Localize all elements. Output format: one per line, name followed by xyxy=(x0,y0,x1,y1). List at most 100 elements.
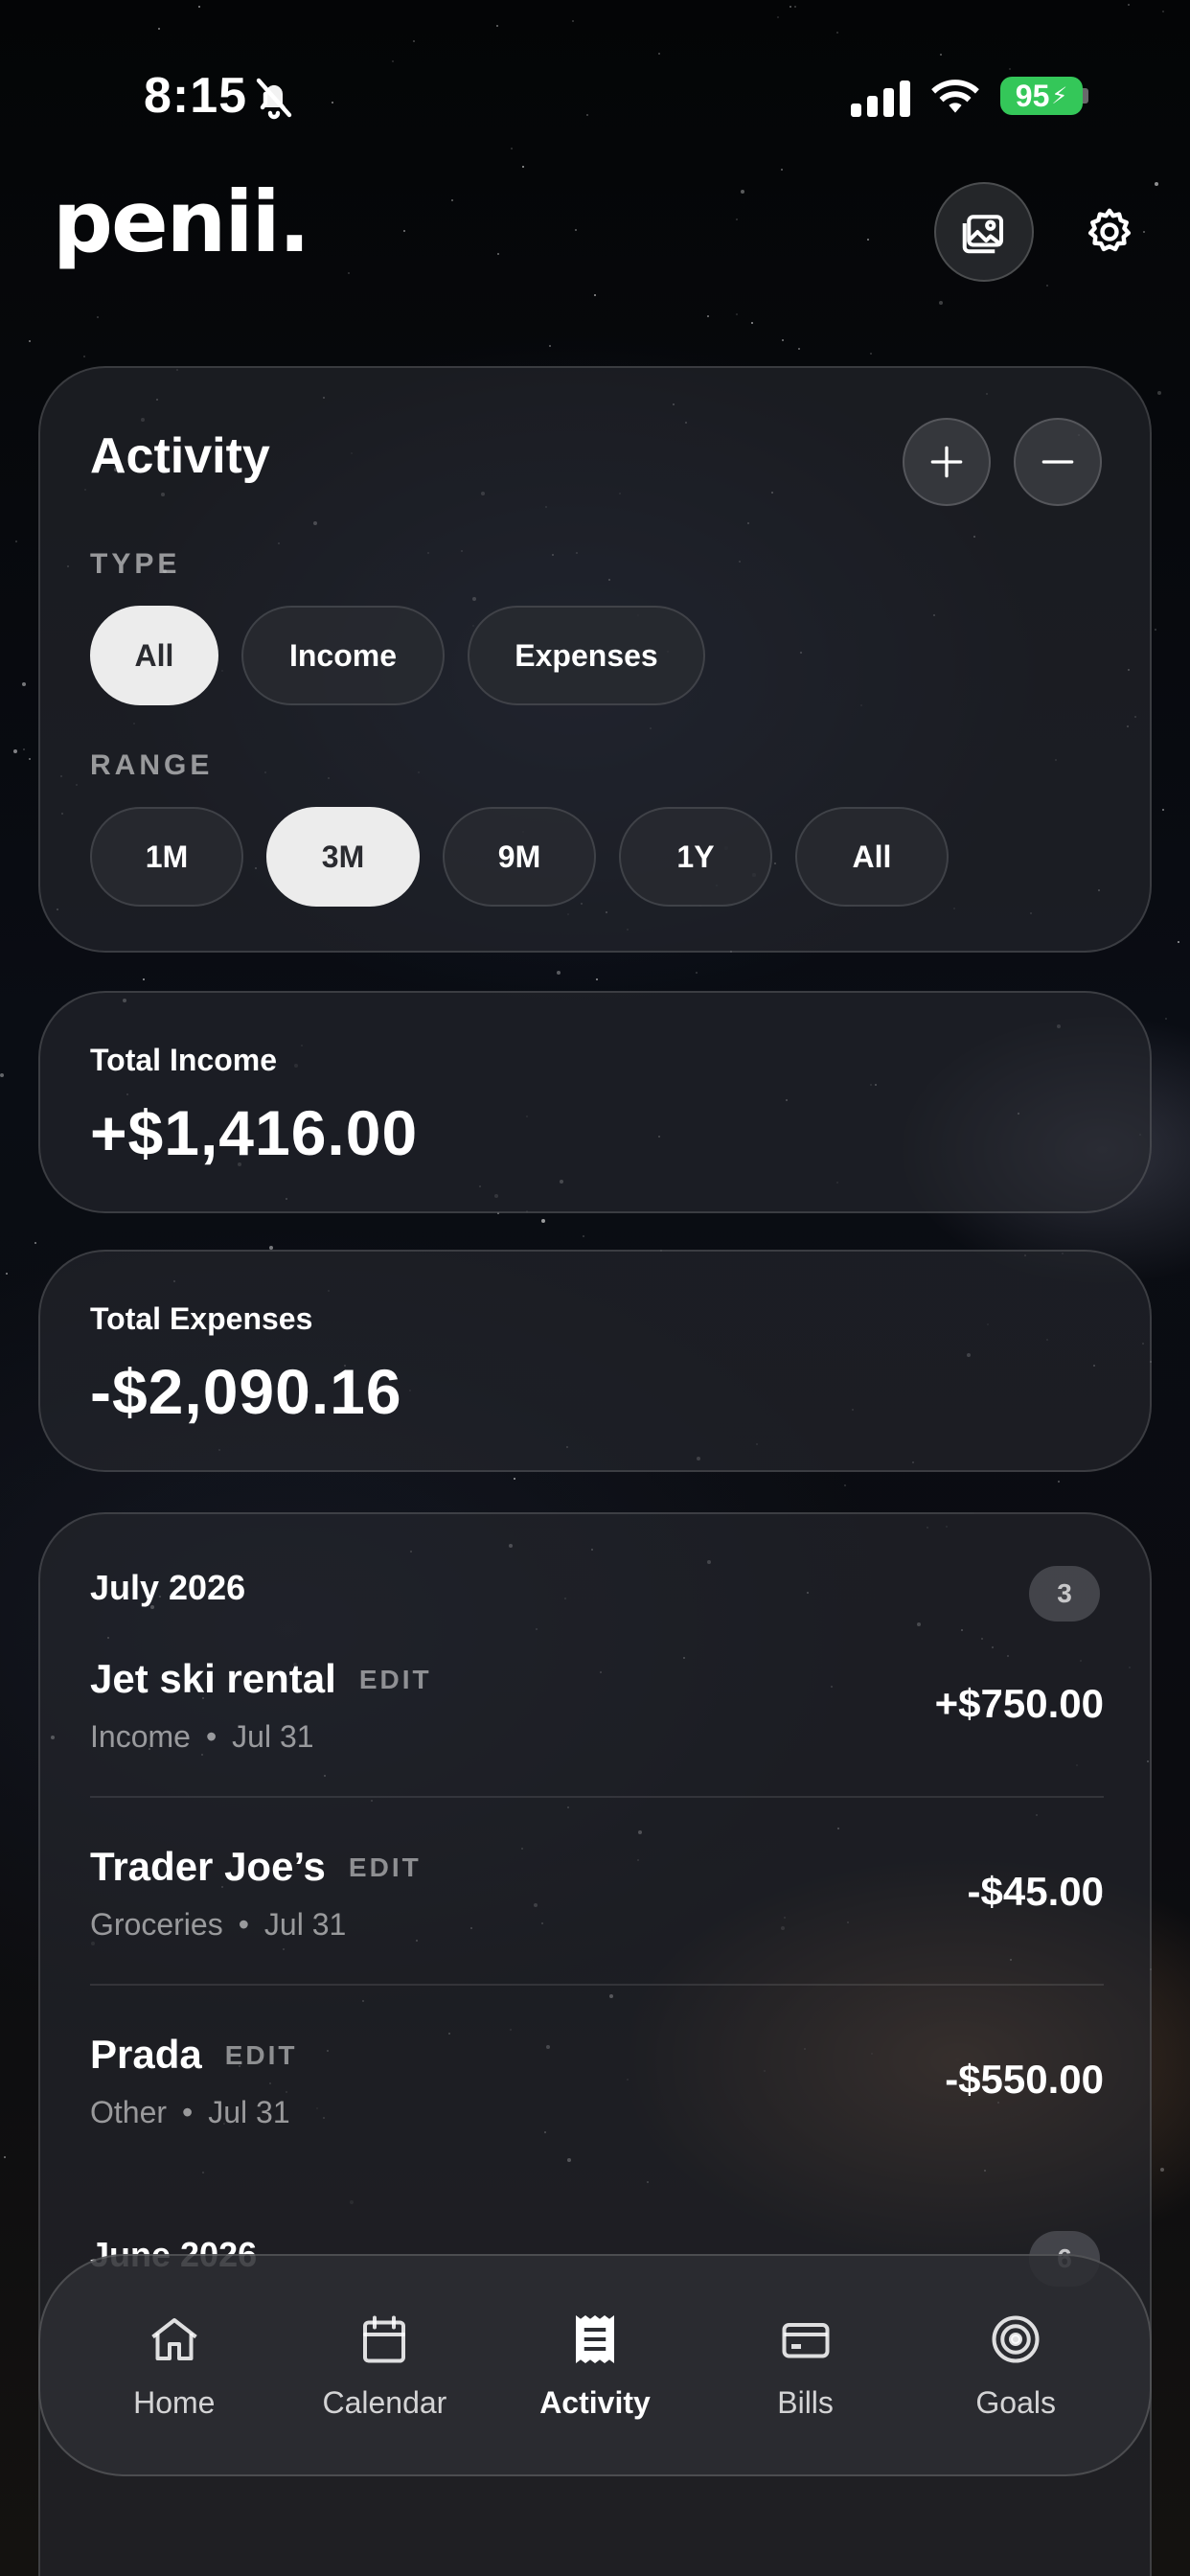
tab-bills[interactable]: Bills xyxy=(710,2311,902,2421)
transaction-date: Jul 31 xyxy=(208,2095,290,2129)
month-header: July 2026 xyxy=(90,1568,246,1607)
transaction-name: Prada xyxy=(90,2032,202,2077)
home-icon xyxy=(146,2311,203,2368)
edit-button[interactable]: EDIT xyxy=(349,1852,422,1882)
background-image-button[interactable] xyxy=(934,182,1034,282)
edit-button[interactable]: EDIT xyxy=(359,1665,432,1694)
total-income-card: Total Income +$1,416.00 xyxy=(38,991,1152,1213)
star xyxy=(1162,809,1164,811)
type-filter: All Income Expenses xyxy=(90,606,705,705)
tab-home[interactable]: Home xyxy=(79,2311,270,2421)
transaction-row[interactable]: Trader Joe’s EDIT Groceries • Jul 31 -$45.0… xyxy=(90,1844,1104,2032)
image-icon xyxy=(962,215,1004,254)
tab-activity[interactable]: Activity xyxy=(499,2311,691,2421)
meta-separator: • xyxy=(238,1907,249,1942)
tab-goals[interactable]: Goals xyxy=(920,2311,1111,2421)
activity-title: Activity xyxy=(90,428,270,484)
tab-bar: Home Calendar Activity Bills Goals xyxy=(38,2254,1152,2476)
star xyxy=(736,218,738,220)
tab-label: Home xyxy=(133,2384,216,2420)
total-expenses-card: Total Expenses -$2,090.16 xyxy=(38,1250,1152,1472)
range-chip-9m[interactable]: 9M xyxy=(443,807,596,907)
star xyxy=(707,315,709,317)
total-expenses-label: Total Expenses xyxy=(90,1301,313,1336)
receipt-icon xyxy=(566,2311,624,2368)
star xyxy=(83,356,85,357)
star xyxy=(4,2156,6,2158)
type-chip-income[interactable]: Income xyxy=(241,606,445,705)
transaction-amount: -$550.00 xyxy=(945,2057,1104,2102)
type-chip-all[interactable]: All xyxy=(90,606,218,705)
range-filter: 1M 3M 9M 1Y All xyxy=(90,807,949,907)
transaction-amount: -$45.00 xyxy=(967,1869,1104,1914)
transaction-row[interactable]: Prada EDIT Other • Jul 31 -$550.00 xyxy=(90,2032,1104,2220)
star xyxy=(1143,231,1145,233)
star xyxy=(0,1073,4,1077)
meta-separator: • xyxy=(205,1719,217,1754)
star xyxy=(870,353,872,355)
card-icon xyxy=(777,2311,835,2368)
transaction-name: Jet ski rental xyxy=(90,1656,336,1701)
row-divider xyxy=(90,1796,1104,1798)
star xyxy=(451,199,453,201)
star xyxy=(736,313,738,315)
minus-icon xyxy=(1041,460,1074,464)
tab-calendar[interactable]: Calendar xyxy=(288,2311,480,2421)
type-chip-expenses[interactable]: Expenses xyxy=(468,606,705,705)
range-chip-1m[interactable]: 1M xyxy=(90,807,243,907)
transaction-category: Income xyxy=(90,1719,191,1754)
total-expenses-value: -$2,090.16 xyxy=(90,1356,402,1427)
transaction-name: Trader Joe’s xyxy=(90,1844,326,1889)
month-count-badge: 3 xyxy=(1029,1566,1100,1622)
star xyxy=(514,1478,515,1480)
star xyxy=(557,971,561,975)
bell-off-icon xyxy=(256,78,292,120)
transaction-row[interactable]: Jet ski rental EDIT Income • Jul 31 +$750.0… xyxy=(90,1656,1104,1844)
tab-label: Activity xyxy=(539,2384,651,2420)
star xyxy=(1178,941,1179,943)
tab-label: Goals xyxy=(975,2384,1056,2420)
star xyxy=(549,345,551,347)
star xyxy=(13,749,17,753)
star xyxy=(403,230,405,232)
transaction-date: Jul 31 xyxy=(232,1719,314,1754)
star xyxy=(867,239,869,241)
range-chip-all[interactable]: All xyxy=(795,807,949,907)
range-chip-1y[interactable]: 1Y xyxy=(619,807,772,907)
signal-icon xyxy=(851,79,912,117)
range-label: RANGE xyxy=(90,749,214,781)
star xyxy=(1165,1018,1167,1020)
edit-button[interactable]: EDIT xyxy=(225,2040,298,2070)
activity-filter-card: Activity TYPE All Income Expenses RANGE … xyxy=(38,366,1152,953)
transaction-category: Other xyxy=(90,2095,168,2129)
star xyxy=(348,272,350,274)
star xyxy=(34,1242,36,1244)
row-divider xyxy=(90,1984,1104,1986)
remove-button[interactable] xyxy=(1014,418,1102,506)
transaction-category: Groceries xyxy=(90,1907,223,1942)
star xyxy=(1155,629,1156,631)
plus-icon xyxy=(930,446,963,478)
star xyxy=(575,229,577,231)
star xyxy=(844,1484,846,1486)
star xyxy=(541,1219,545,1223)
battery-level: 95 xyxy=(1015,78,1050,113)
star xyxy=(29,758,31,760)
star xyxy=(594,294,596,296)
star xyxy=(143,978,145,980)
transaction-amount: +$750.00 xyxy=(934,1681,1104,1726)
add-button[interactable] xyxy=(903,418,991,506)
tab-label: Bills xyxy=(777,2384,834,2420)
star xyxy=(1157,391,1161,395)
star xyxy=(22,682,26,686)
star xyxy=(939,301,943,305)
wifi-icon xyxy=(931,80,979,113)
bolt-icon: ⚡ xyxy=(1051,82,1068,109)
settings-button[interactable] xyxy=(1081,203,1138,261)
star xyxy=(751,322,753,324)
range-chip-3m[interactable]: 3M xyxy=(266,807,420,907)
app-logo: penii. xyxy=(53,172,310,271)
star xyxy=(696,972,698,974)
star xyxy=(1046,285,1048,287)
tab-label: Calendar xyxy=(322,2384,447,2420)
